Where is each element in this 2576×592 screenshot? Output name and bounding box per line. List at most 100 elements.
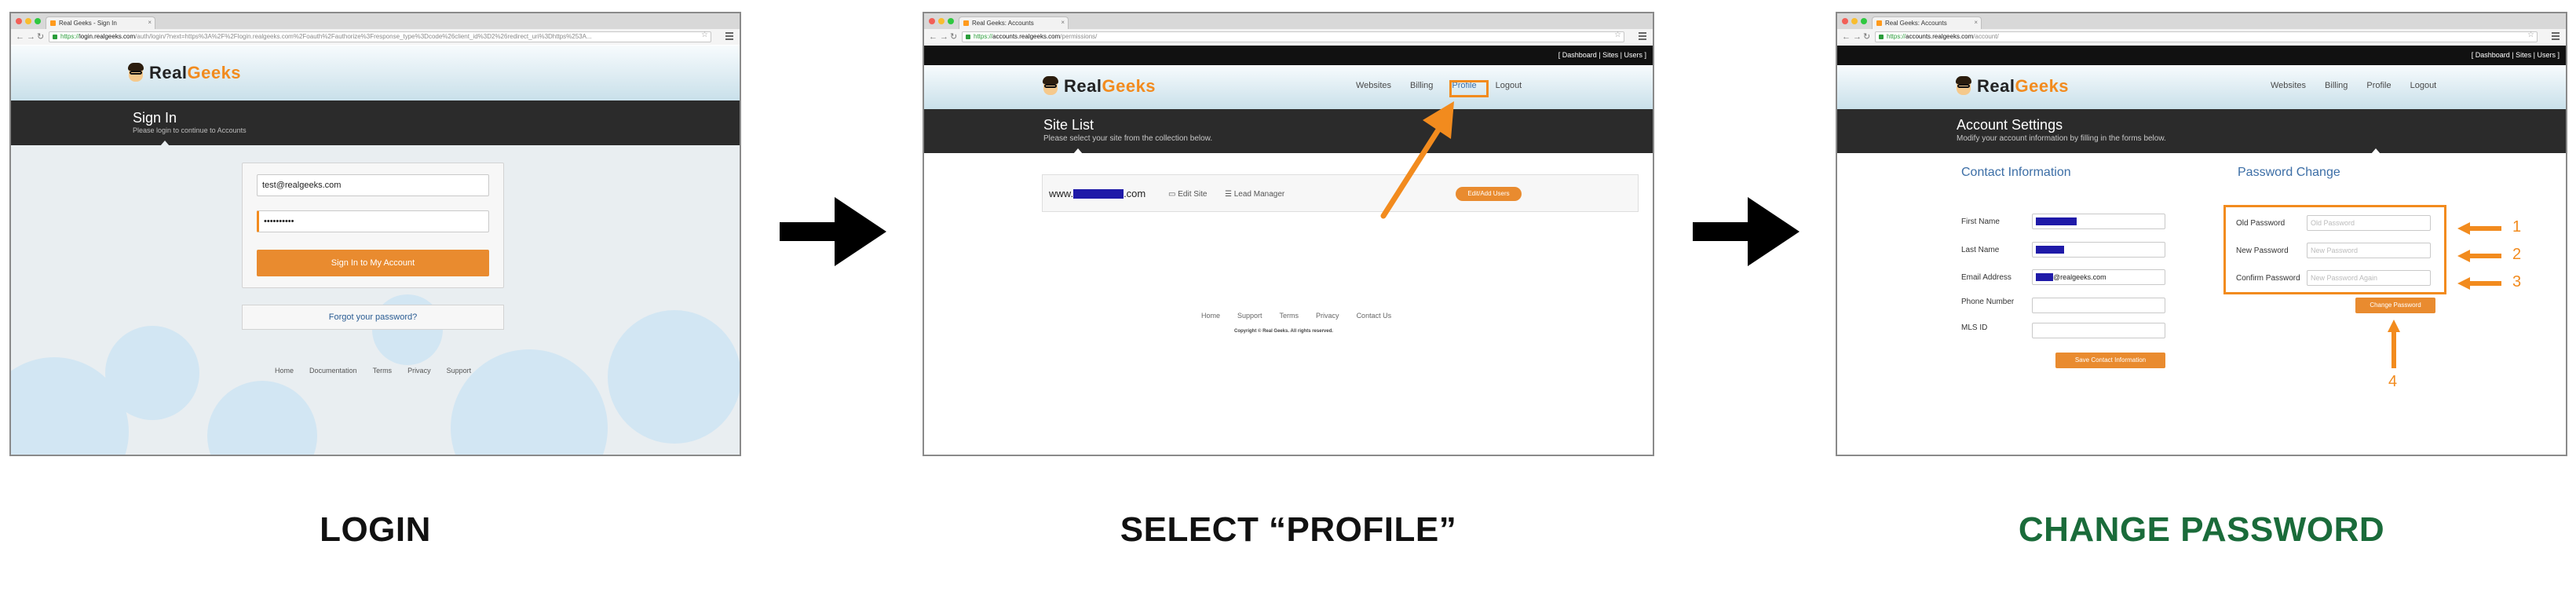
nav-billing[interactable]: Billing bbox=[2325, 81, 2348, 90]
copyright: Copyright © Real Geeks. All rights reser… bbox=[1234, 329, 1333, 334]
page-title-bar: Site List Please select your site from t… bbox=[924, 109, 1653, 154]
step-caption-change-password: CHANGE PASSWORD bbox=[2018, 510, 2385, 549]
first-name-label: First Name bbox=[1961, 217, 2000, 226]
callout-arrow-icon bbox=[2388, 320, 2400, 368]
footer-link-documentation[interactable]: Documentation bbox=[309, 367, 357, 375]
mls-id-field[interactable] bbox=[2032, 323, 2165, 338]
zoom-window-icon[interactable] bbox=[948, 18, 954, 24]
footer-link-home[interactable]: Home bbox=[1201, 312, 1220, 320]
top-utility-bar: [ Dashboard | Sites | Users ] bbox=[1837, 46, 2566, 65]
page-title: Account Settings bbox=[1957, 117, 2063, 133]
site-domain[interactable]: www. .com bbox=[1049, 188, 1145, 199]
window-controls[interactable] bbox=[929, 18, 954, 24]
login-form: test@realgeeks.com •••••••••• Sign In to… bbox=[242, 163, 504, 288]
nav-billing[interactable]: Billing bbox=[1410, 81, 1433, 90]
edit-site-link[interactable]: ▭ Edit Site bbox=[1168, 190, 1207, 199]
footer-link-privacy[interactable]: Privacy bbox=[407, 367, 431, 375]
callout-number: 3 bbox=[2512, 273, 2522, 291]
forward-icon[interactable]: → bbox=[940, 31, 948, 42]
lead-manager-link[interactable]: ☰ Lead Manager bbox=[1225, 190, 1284, 199]
nav-logout[interactable]: Logout bbox=[2410, 81, 2437, 90]
back-icon[interactable]: ← bbox=[1842, 31, 1851, 42]
close-window-icon[interactable] bbox=[1842, 18, 1848, 24]
page-title: Site List bbox=[1043, 117, 1094, 133]
next-step-arrow-icon bbox=[780, 197, 886, 266]
site-row[interactable]: www. .com ▭ Edit Site ☰ Lead Manager Edi… bbox=[1042, 174, 1639, 212]
browser-chrome: Real Geeks: Accounts × ← → ↻ https://acc… bbox=[1837, 13, 2566, 45]
footer-link-contact[interactable]: Contact Us bbox=[1357, 312, 1392, 320]
change-password-button[interactable]: Change Password bbox=[2355, 298, 2435, 313]
back-icon[interactable]: ← bbox=[16, 31, 24, 42]
address-bar[interactable]: https://accounts.realgeeks.com/permissio… bbox=[962, 31, 1624, 42]
close-tab-icon[interactable]: × bbox=[1974, 19, 1978, 26]
footer-link-terms[interactable]: Terms bbox=[1280, 312, 1299, 320]
bookmark-star-icon[interactable]: ☆ bbox=[2527, 31, 2534, 39]
footer-link-support[interactable]: Support bbox=[447, 367, 472, 375]
window-controls[interactable] bbox=[16, 18, 41, 24]
close-window-icon[interactable] bbox=[929, 18, 935, 24]
phone-field[interactable] bbox=[2032, 298, 2165, 313]
close-window-icon[interactable] bbox=[16, 18, 22, 24]
realgeeks-logo[interactable]: RealGeeks bbox=[1955, 76, 2069, 97]
forgot-password-link[interactable]: Forgot your password? bbox=[242, 305, 504, 330]
main-nav: RealGeeks Websites Billing Profile Logou… bbox=[924, 65, 1653, 109]
zoom-window-icon[interactable] bbox=[35, 18, 41, 24]
nav-profile[interactable]: Profile bbox=[2366, 81, 2391, 90]
address-bar[interactable]: https://login.realgeeks.com/auth/login/?… bbox=[49, 31, 711, 42]
forward-icon[interactable]: → bbox=[27, 31, 35, 42]
minimize-window-icon[interactable] bbox=[25, 18, 31, 24]
utility-links[interactable]: [ Dashboard | Sites | Users ] bbox=[1558, 51, 1646, 59]
reload-icon[interactable]: ↻ bbox=[37, 31, 44, 42]
close-tab-icon[interactable]: × bbox=[1061, 19, 1065, 26]
redacted-value bbox=[2036, 273, 2053, 281]
bookmark-star-icon[interactable]: ☆ bbox=[701, 31, 708, 39]
main-nav: RealGeeks Websites Billing Profile Logou… bbox=[1837, 65, 2566, 109]
callout-arrow-icon bbox=[1380, 101, 1454, 219]
nav-logout[interactable]: Logout bbox=[1496, 81, 1522, 90]
forward-icon[interactable]: → bbox=[1853, 31, 1862, 42]
minimize-window-icon[interactable] bbox=[938, 18, 945, 24]
browser-menu-icon[interactable] bbox=[725, 32, 733, 42]
browser-menu-icon[interactable] bbox=[1639, 32, 1646, 42]
nav-websites[interactable]: Websites bbox=[2271, 81, 2306, 90]
sign-in-button[interactable]: Sign In to My Account bbox=[257, 250, 489, 276]
footer-link-terms[interactable]: Terms bbox=[373, 367, 393, 375]
top-utility-bar: [ Dashboard | Sites | Users ] bbox=[924, 46, 1653, 65]
close-tab-icon[interactable]: × bbox=[148, 19, 152, 26]
footer-link-privacy[interactable]: Privacy bbox=[1316, 312, 1339, 320]
utility-links[interactable]: [ Dashboard | Sites | Users ] bbox=[2472, 51, 2560, 59]
footer-links: Home Documentation Terms Privacy Support bbox=[275, 367, 471, 375]
callout-number: 1 bbox=[2512, 218, 2522, 236]
reload-icon[interactable]: ↻ bbox=[950, 31, 957, 42]
page-subtitle: Modify your account information by filli… bbox=[1957, 134, 2166, 143]
address-bar[interactable]: https://accounts.realgeeks.com/account/ bbox=[1875, 31, 2538, 42]
gear-decoration-icon bbox=[207, 381, 317, 455]
browser-tab[interactable]: Real Geeks: Accounts × bbox=[1872, 16, 1982, 29]
window-controls[interactable] bbox=[1842, 18, 1867, 24]
footer-link-support[interactable]: Support bbox=[1237, 312, 1262, 320]
minimize-window-icon[interactable] bbox=[1851, 18, 1858, 24]
gear-decoration-icon bbox=[451, 349, 608, 455]
realgeeks-logo[interactable]: RealGeeks bbox=[1042, 76, 1156, 97]
redacted-value bbox=[2036, 246, 2064, 254]
browser-tab[interactable]: Real Geeks - Sign In × bbox=[46, 16, 155, 29]
save-contact-button[interactable]: Save Contact Information bbox=[2055, 353, 2165, 368]
gear-decoration-icon bbox=[608, 310, 740, 444]
first-name-field[interactable] bbox=[2032, 214, 2165, 229]
pointer-caret bbox=[1073, 148, 1083, 154]
callout-number: 2 bbox=[2512, 246, 2522, 263]
browser-tab[interactable]: Real Geeks: Accounts × bbox=[959, 16, 1069, 29]
zoom-window-icon[interactable] bbox=[1861, 18, 1867, 24]
password-field[interactable]: •••••••••• bbox=[257, 210, 489, 232]
last-name-field[interactable] bbox=[2032, 242, 2165, 258]
email-field[interactable]: test@realgeeks.com bbox=[257, 174, 489, 196]
login-screenshot: Real Geeks - Sign In × ← → ↻ https://log… bbox=[9, 12, 741, 456]
back-icon[interactable]: ← bbox=[929, 31, 937, 42]
nav-websites[interactable]: Websites bbox=[1356, 81, 1391, 90]
reload-icon[interactable]: ↻ bbox=[1863, 31, 1870, 42]
email-field[interactable]: @realgeeks.com bbox=[2032, 269, 2165, 285]
footer-link-home[interactable]: Home bbox=[275, 367, 294, 375]
realgeeks-logo[interactable]: RealGeeks bbox=[127, 63, 241, 83]
bookmark-star-icon[interactable]: ☆ bbox=[1614, 31, 1621, 39]
browser-menu-icon[interactable] bbox=[2552, 32, 2560, 42]
